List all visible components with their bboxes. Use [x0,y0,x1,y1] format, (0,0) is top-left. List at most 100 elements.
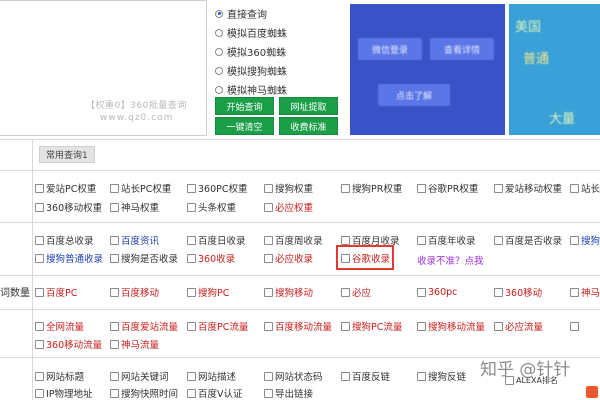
ad-banner-right[interactable]: 美国 普通 大量 [509,4,600,135]
checkbox-sogou-pr-weight[interactable]: 搜狗PR权重 [341,181,402,195]
checkbox-sogou-more[interactable]: 搜狗 [570,233,600,247]
clear-all-button[interactable]: 一键清空 [215,117,274,135]
checkbox-label: 360收录 [198,254,236,265]
checkbox-site-status-code[interactable]: 网站状态码 [264,369,323,383]
checkbox-more-traffic[interactable] [570,319,581,333]
checkbox-icon [570,321,579,331]
url-input-area[interactable]: 【权重0】360批量查询 www.qz0.com [0,0,207,136]
checkbox-rank-baidu-pc[interactable]: 百度PC [35,285,77,299]
checkbox-shenma-traffic[interactable]: 神马流量 [110,337,159,351]
checkbox-rank-shenma[interactable]: 神马 [570,285,600,299]
checkbox-icon [35,388,44,398]
checkbox-label: IP物理地址 [46,389,93,400]
checkbox-rank-bing[interactable]: 必应 [341,285,371,299]
checkbox-sogou-snapshot-time[interactable]: 搜狗快照时间 [110,386,178,400]
checkbox-baidu-backlinks[interactable]: 百度反链 [341,369,390,383]
checkbox-all-traffic[interactable]: 全网流量 [35,319,84,333]
checkbox-baidu-pc-traffic[interactable]: 百度PC流量 [187,319,248,333]
divider [0,170,600,171]
checkbox-ip-location[interactable]: IP物理地址 [35,386,93,400]
checkbox-baidu-daily-index[interactable]: 百度日收录 [187,233,246,247]
checkbox-label: 百度V认证 [198,389,243,400]
checkbox-aizhan-mobile-weight[interactable]: 爱站移动权重 [494,181,562,195]
checkbox-baidu-mobile-traffic[interactable]: 百度移动流量 [264,319,332,333]
radio-360-spider[interactable]: 模拟360蜘蛛 [215,42,345,61]
checkbox-sogou-normal-index[interactable]: 搜狗普通收录 [35,251,103,265]
pricing-button[interactable]: 收费标准 [279,117,338,135]
checkbox-rank-baidu-mobile[interactable]: 百度移动 [110,285,159,299]
checkbox-zhanzhang-mobile[interactable]: 站长 [570,181,600,195]
checkbox-rank-360-mobile[interactable]: 360移动 [494,285,542,299]
checkbox-export-links[interactable]: 导出链接 [264,386,313,400]
checkbox-rank-360-pc[interactable]: 360pc [417,285,457,299]
radio-icon [215,28,223,37]
radio-direct[interactable]: 直接查询 [215,4,345,23]
divider [0,275,600,276]
divider [0,139,600,140]
checkbox-360-mobile-weight[interactable]: 360移动权重 [35,200,102,214]
checkbox-label: 搜狗移动流量 [428,322,486,333]
watermark-title: 【权重0】360批量查询 [86,101,187,111]
checkbox-360-mobile-traffic[interactable]: 360移动流量 [35,337,102,351]
radio-sogou-spider[interactable]: 模拟搜狗蜘蛛 [215,61,345,80]
checkbox-icon [264,235,273,245]
checkbox-label: 360移动 [505,288,543,299]
checkbox-label: 站长PC权重 [121,184,172,195]
checkbox-baidu-indexed[interactable]: 百度是否收录 [494,233,562,247]
checkbox-label: 搜狗 [581,236,600,247]
checkbox-icon [110,321,119,331]
checkbox-site-title[interactable]: 网站标题 [35,369,84,383]
checkbox-bing-traffic[interactable]: 必应流量 [494,319,543,333]
checkbox-baidu-yearly-index[interactable]: 百度年收录 [417,233,476,247]
checkbox-360-pc-weight[interactable]: 360PC权重 [187,181,248,195]
checkbox-rank-sogou-pc[interactable]: 搜狗PC [187,285,229,299]
checkbox-shenma-weight[interactable]: 神马权重 [110,200,159,214]
checkbox-icon [110,253,119,263]
checkbox-bing-weight[interactable]: 必应权重 [264,200,313,214]
zhihu-watermark: 知乎 @针针 [480,360,571,380]
banner-button: 查看详情 [430,38,494,60]
checkbox-icon [494,321,503,331]
checkbox-baidu-v-cert[interactable]: 百度V认证 [187,386,243,400]
checkbox-rank-sogou-mobile[interactable]: 搜狗移动 [264,285,313,299]
index-inaccurate-link[interactable]: 收录不准？点我 [417,253,484,267]
checkbox-label: 百度总收录 [46,236,94,247]
checkbox-bing-index[interactable]: 必应收录 [264,251,313,265]
checkbox-baidu-news[interactable]: 百度资讯 [110,233,159,247]
checkbox-icon [417,287,426,297]
query-mode-group: 直接查询 模拟百度蜘蛛 模拟360蜘蛛 模拟搜狗蜘蛛 模拟神马蜘蛛 [215,4,345,99]
checkbox-icon [110,235,119,245]
ad-banner-left[interactable]: 微信登录 查看详情 点击了解 [350,4,505,135]
checkbox-label: 百度日收录 [198,236,246,247]
checkbox-label: 360pc [428,286,458,298]
checkbox-baidu-total-index[interactable]: 百度总收录 [35,233,94,247]
start-query-button[interactable]: 开始查询 [215,97,274,115]
checkbox-label: 谷歌PR权重 [428,184,479,195]
checkbox-zhanzhang-pc-weight[interactable]: 站长PC权重 [110,181,171,195]
checkbox-aizhan-pc-weight[interactable]: 爱站PC权重 [35,181,96,195]
extract-url-button[interactable]: 网址提取 [279,97,338,115]
checkbox-site-description[interactable]: 网站描述 [187,369,236,383]
checkbox-label: 网站标题 [46,372,85,383]
radio-icon [215,47,223,56]
checkbox-label: 搜狗移动 [275,288,314,299]
checkbox-sogou-weight[interactable]: 搜狗权重 [264,181,313,195]
checkbox-google-pr-weight[interactable]: 谷歌PR权重 [417,181,478,195]
checkbox-toutiao-weight[interactable]: 头条权重 [187,200,236,214]
checkbox-baidu-weekly-index[interactable]: 百度周收录 [264,233,323,247]
checkbox-360-index[interactable]: 360收录 [187,251,235,265]
checkbox-sogou-pc-traffic[interactable]: 搜狗PC流量 [341,319,402,333]
checkbox-label: 360PC权重 [198,184,248,195]
checkbox-icon [187,253,196,263]
checkbox-icon [494,287,503,297]
checkbox-baidu-aizhan-traffic[interactable]: 百度爱站流量 [110,319,178,333]
radio-baidu-spider[interactable]: 模拟百度蜘蛛 [215,23,345,42]
checkbox-sogou-mobile-traffic[interactable]: 搜狗移动流量 [417,319,485,333]
checkbox-label: 百度周收录 [275,236,323,247]
checkbox-sogou-backlinks[interactable]: 搜狗反链 [417,369,466,383]
checkbox-site-keywords[interactable]: 网站关键词 [110,369,169,383]
tab-common-query[interactable]: 常用查询1 [39,146,95,163]
checkbox-icon [341,287,350,297]
checkbox-sogou-indexed[interactable]: 搜狗是否收录 [110,251,178,265]
divider [32,139,33,400]
